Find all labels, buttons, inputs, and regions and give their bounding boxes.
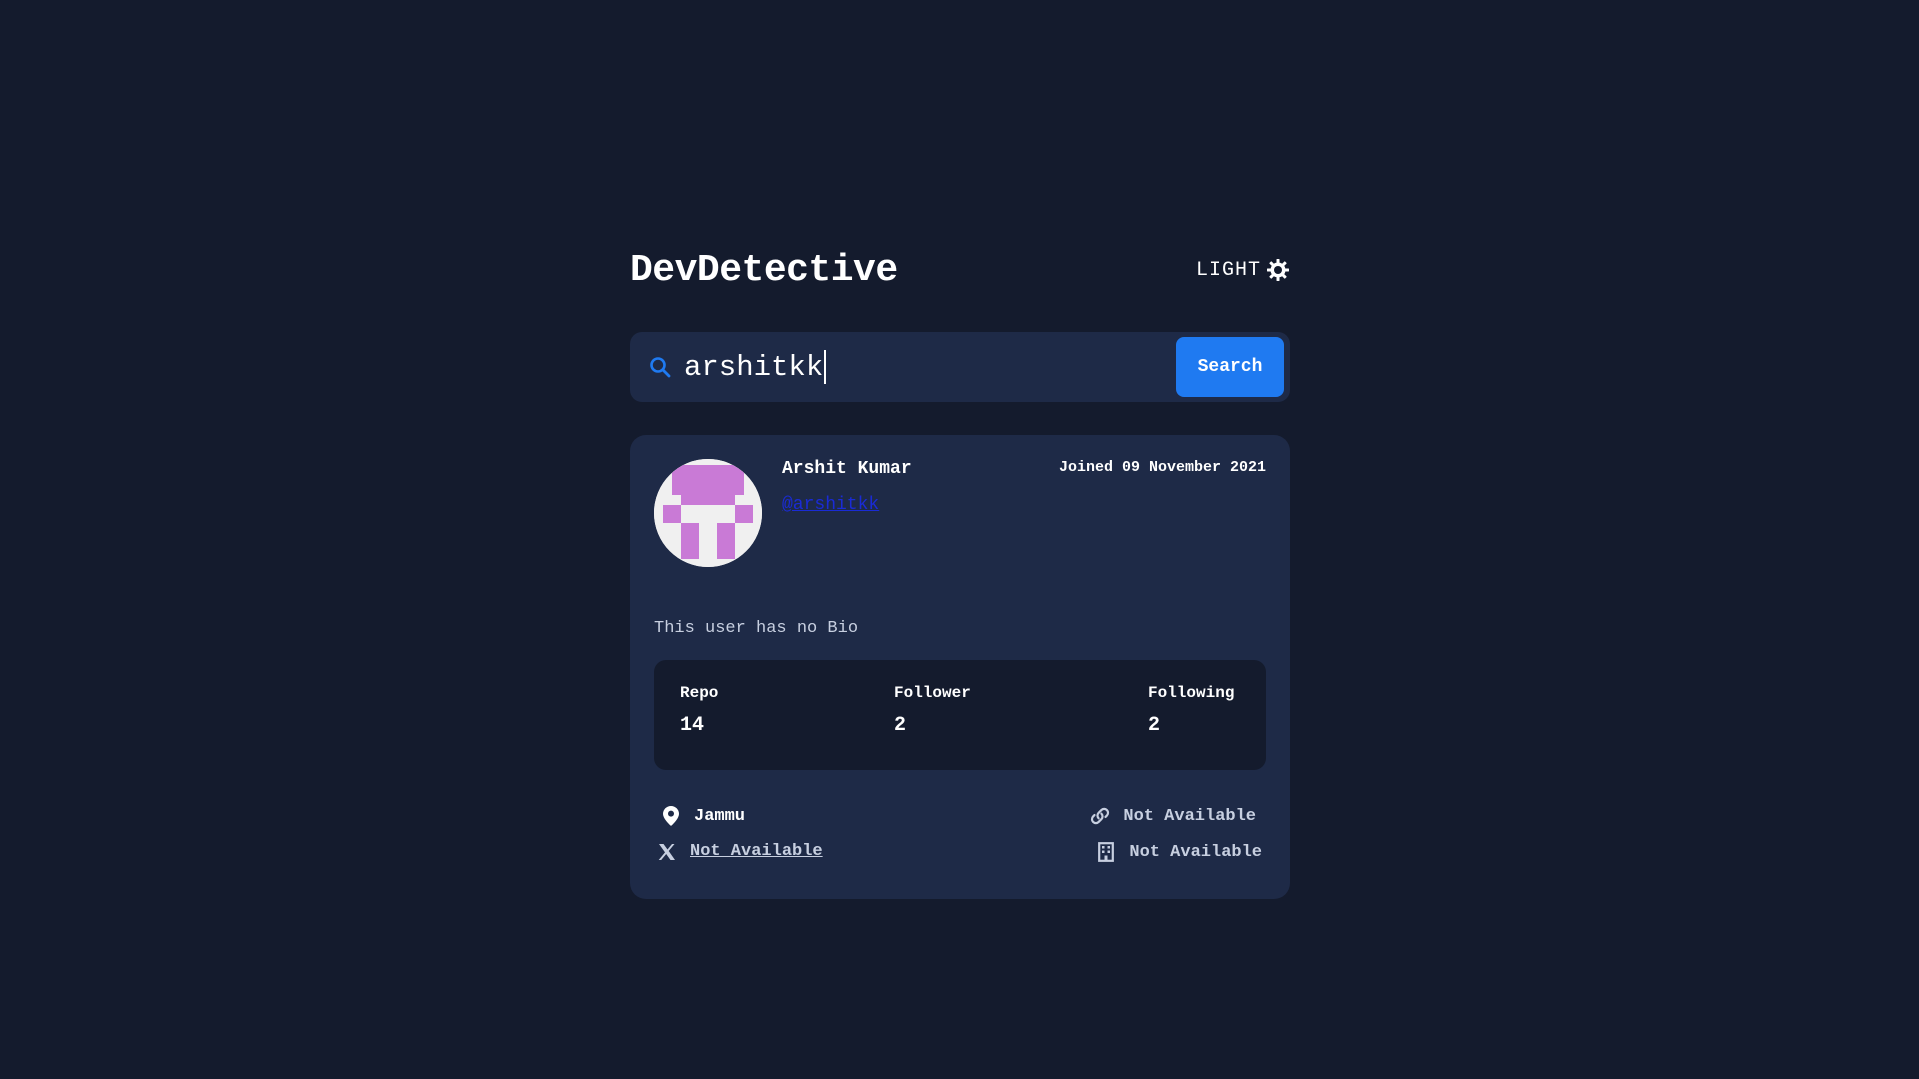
stat-value: 2 — [1148, 714, 1161, 737]
stat-follower: Follower 2 — [894, 684, 971, 737]
search-icon — [648, 355, 672, 379]
header: DevDetective LIGHT — [630, 240, 1290, 300]
location-pin-icon — [660, 806, 682, 826]
stat-label: Follower — [894, 684, 971, 702]
theme-toggle-button[interactable]: LIGHT — [1196, 258, 1290, 282]
stats-panel: Repo 14 Follower 2 Following 2 — [654, 660, 1266, 770]
location-text: Jammu — [694, 806, 746, 826]
stat-value: 14 — [680, 714, 705, 737]
profile-header: Arshit Kumar @arshitkk Joined 09 Novembe… — [654, 459, 1266, 567]
stat-label: Repo — [680, 684, 719, 702]
text-caret — [824, 350, 827, 384]
search-input[interactable]: arshitkk — [684, 350, 1176, 384]
stat-label: Following — [1148, 684, 1235, 702]
app-container: DevDetective LIGHT arshitkk Search Arshi… — [630, 240, 1290, 899]
company-text: Not Available — [1129, 842, 1262, 862]
search-button[interactable]: Search — [1176, 337, 1284, 397]
twitter-link[interactable]: Not Available — [690, 842, 823, 861]
x-twitter-icon — [656, 843, 678, 861]
company-item: Not Available — [1095, 842, 1262, 862]
sun-icon — [1266, 258, 1290, 282]
user-handle-link[interactable]: @arshitkk — [782, 495, 879, 515]
profile-card: Arshit Kumar @arshitkk Joined 09 Novembe… — [630, 435, 1290, 899]
twitter-item: Not Available — [656, 842, 823, 861]
app-title: DevDetective — [630, 248, 898, 292]
search-input-value: arshitkk — [684, 350, 824, 384]
theme-toggle-label: LIGHT — [1195, 258, 1261, 282]
website-item: Not Available — [1089, 806, 1256, 826]
stat-value: 2 — [894, 714, 907, 737]
profile-links: Jammu Not Available Not Available Not Av… — [654, 806, 1266, 876]
location-item: Jammu — [660, 806, 745, 826]
search-bar: arshitkk Search — [630, 332, 1290, 402]
building-icon — [1095, 842, 1117, 862]
stat-repo: Repo 14 — [680, 684, 718, 737]
user-bio: This user has no Bio — [654, 619, 859, 638]
link-icon — [1089, 806, 1111, 826]
joined-date: Joined 09 November 2021 — [1058, 459, 1266, 476]
stat-following: Following 2 — [1148, 684, 1234, 737]
website-text: Not Available — [1123, 806, 1256, 826]
avatar — [654, 459, 762, 567]
